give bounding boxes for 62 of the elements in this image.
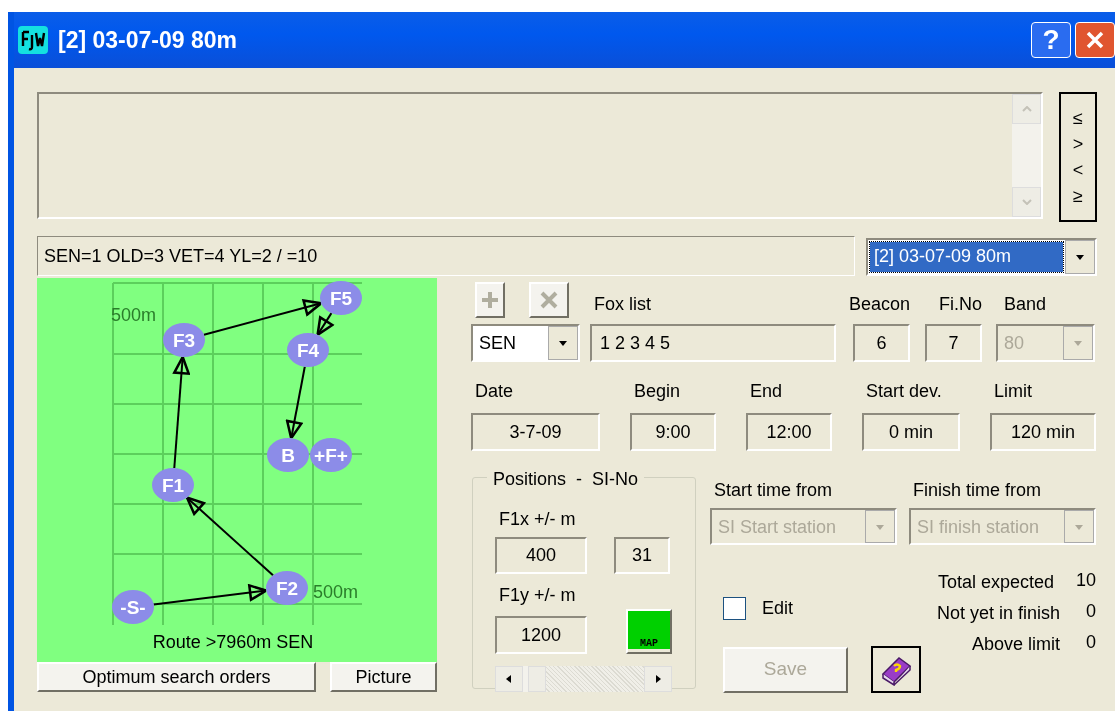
field-label: Fox list xyxy=(593,293,652,316)
checkbox-label: Edit xyxy=(762,597,794,620)
limit-field[interactable]: 120 min xyxy=(990,413,1096,451)
map-button[interactable]: MAP xyxy=(626,609,672,654)
begin-field[interactable]: 9:00 xyxy=(630,413,716,451)
delete-button[interactable] xyxy=(529,282,569,318)
beacon-field[interactable]: 6 xyxy=(853,324,910,362)
date-field[interactable]: 3-7-09 xyxy=(471,413,600,451)
field-label: Begin xyxy=(633,380,682,403)
y-position-field[interactable]: 1200 xyxy=(495,616,587,654)
dropdown-arrow-icon xyxy=(1075,252,1085,262)
nav-button[interactable]: ≤ xyxy=(1073,105,1083,131)
right-arrow-icon xyxy=(653,674,663,684)
scroll-bar[interactable] xyxy=(1012,94,1042,217)
end-field[interactable]: 12:00 xyxy=(746,413,832,451)
edit-checkbox[interactable] xyxy=(723,597,746,620)
stat-value: 10 xyxy=(1075,569,1096,592)
field-label: End xyxy=(749,380,784,403)
close-button[interactable] xyxy=(1075,22,1115,58)
field-label: Finish time from xyxy=(912,479,1043,502)
field-label: F1x +/- m xyxy=(498,508,577,531)
field-label: Start time from xyxy=(713,479,834,502)
field-label: Beacon xyxy=(847,293,910,316)
left-arrow-icon xyxy=(504,674,514,684)
stat-value: 0 xyxy=(1085,600,1096,623)
route-label: Route >7960m SEN xyxy=(152,632,314,652)
scale-label: 500m xyxy=(111,305,157,325)
scroll-thumb[interactable] xyxy=(528,666,546,692)
nav-button[interactable]: ≥ xyxy=(1073,183,1083,209)
add-button[interactable] xyxy=(475,282,505,318)
dropdown-arrow-icon xyxy=(558,338,568,348)
field-label: Limit xyxy=(993,380,1033,403)
stat-value: 0 xyxy=(1085,631,1096,654)
dropdown-arrow-icon xyxy=(1073,338,1083,348)
picture-button[interactable]: Picture xyxy=(330,662,437,692)
field-label: Start dev. xyxy=(865,380,943,403)
class-dropdown[interactable]: SEN xyxy=(471,324,580,362)
start-dev-field[interactable]: 0 min xyxy=(862,413,960,451)
stat-label: Total expected xyxy=(937,571,1054,594)
field-label: F1y +/- m xyxy=(498,584,577,607)
scroll-bar[interactable] xyxy=(495,666,672,692)
help-book-button[interactable] xyxy=(871,646,921,693)
app-icon xyxy=(18,26,48,54)
summary-field: SEN=1 OLD=3 VET=4 YL=2 / =10 xyxy=(37,236,855,276)
window-title: [2] 03-07-09 80m xyxy=(58,25,238,55)
x-position-field[interactable]: 400 xyxy=(495,537,587,574)
event-dropdown[interactable]: [2] 03-07-09 80m xyxy=(866,238,1097,276)
nav-button[interactable]: > xyxy=(1072,131,1084,157)
nav-button[interactable]: < xyxy=(1072,157,1084,183)
close-icon xyxy=(1085,30,1105,50)
help-button[interactable]: ? xyxy=(1031,22,1071,58)
field-label: Date xyxy=(474,380,515,403)
memo-field[interactable] xyxy=(37,92,1044,219)
field-label: Fi.No xyxy=(938,293,982,316)
field-label: Band xyxy=(1003,293,1048,316)
stat-label: Above limit xyxy=(971,633,1060,656)
stat-label: Not yet in finish xyxy=(936,602,1060,625)
optimum-button[interactable]: Optimum search orders xyxy=(37,662,316,692)
si-number-field[interactable]: 31 xyxy=(614,537,670,574)
fox-list-field[interactable]: 1 2 3 4 5 xyxy=(590,324,836,362)
fi-no-field[interactable]: 7 xyxy=(925,324,982,362)
scale-label: 500m xyxy=(313,582,359,602)
